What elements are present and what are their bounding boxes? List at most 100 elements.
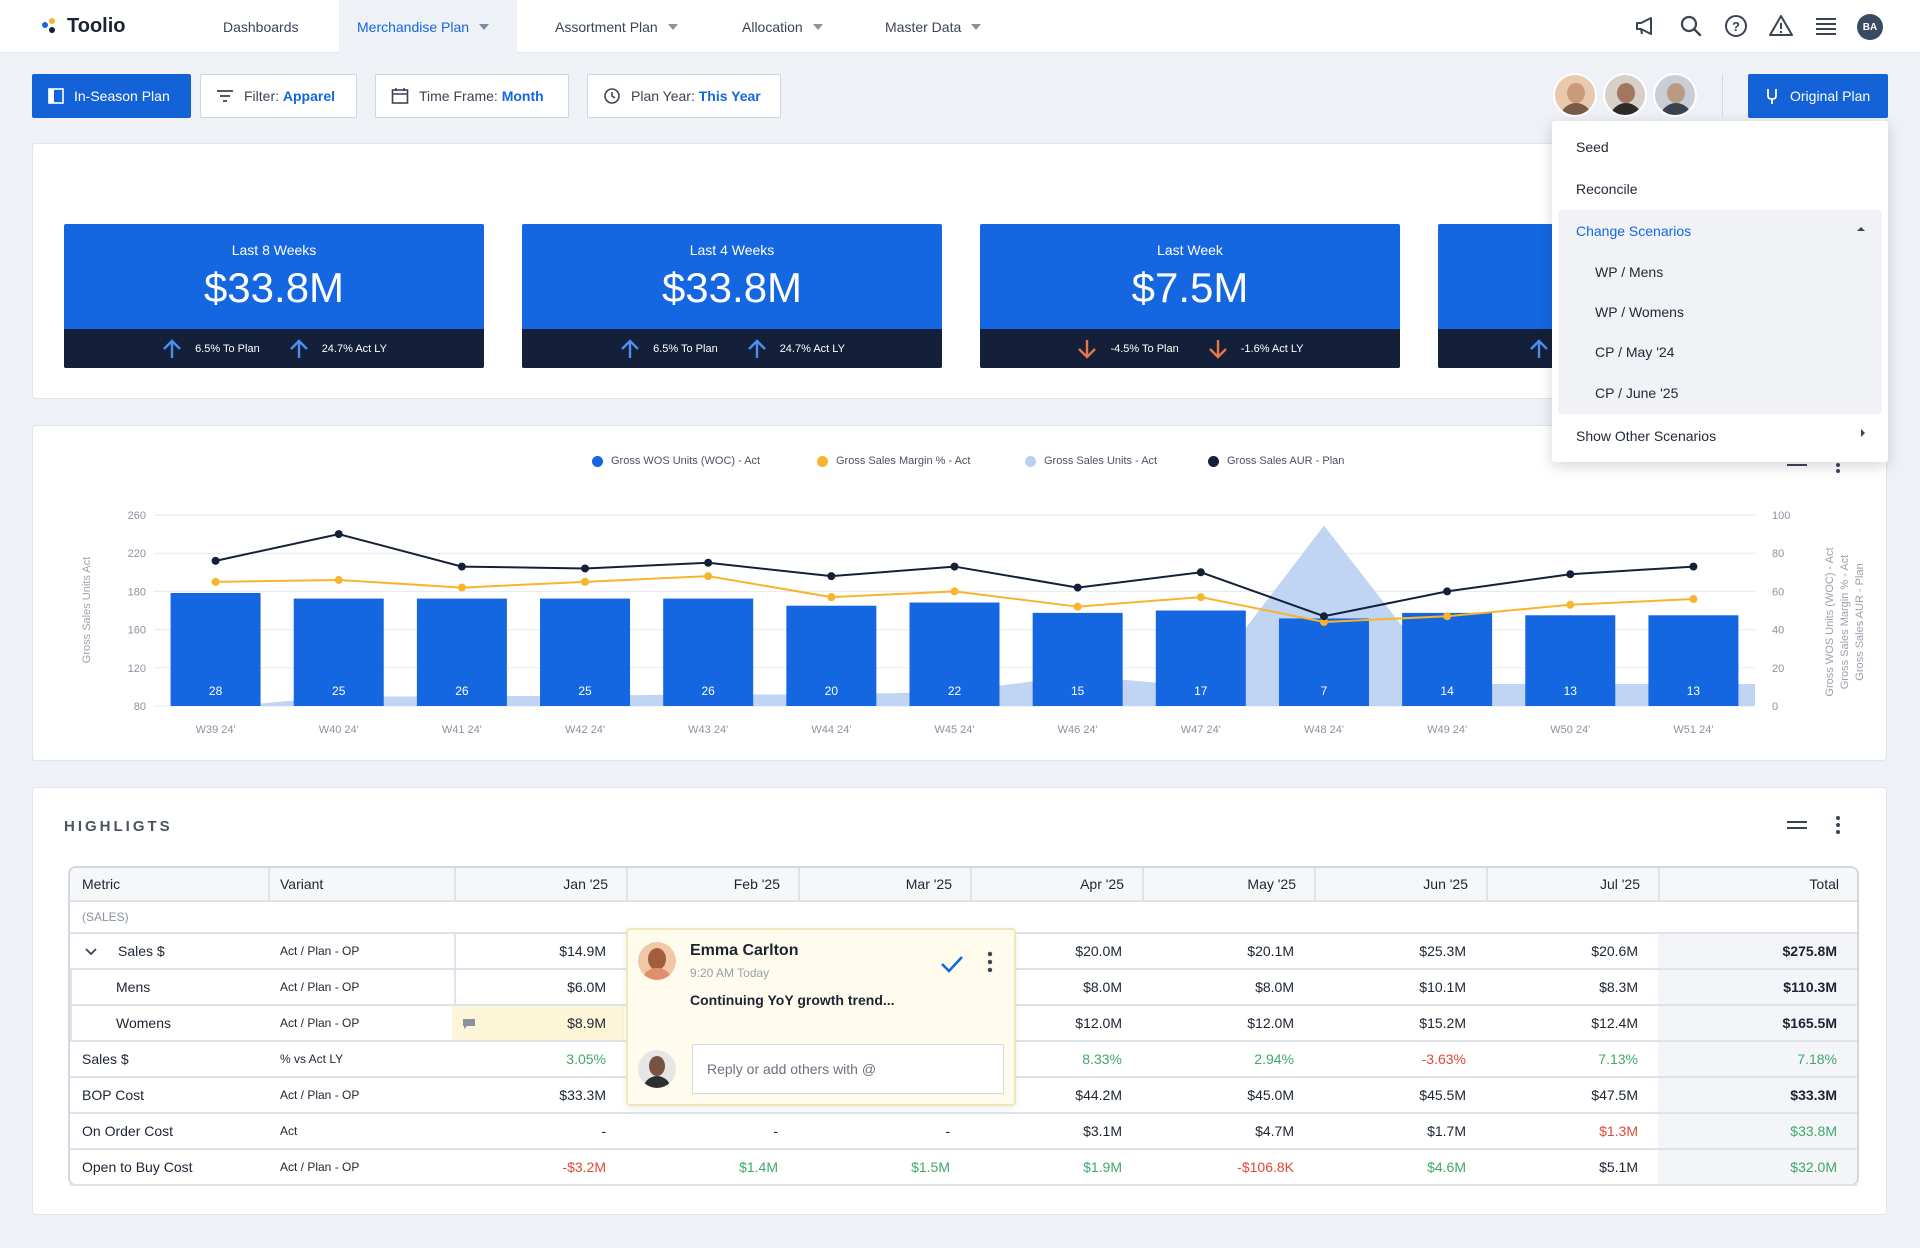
value-cell[interactable]: $275.8M bbox=[1656, 934, 1855, 968]
value-cell[interactable]: $1.7M bbox=[1312, 1114, 1484, 1148]
resolve-check-icon[interactable] bbox=[940, 954, 964, 974]
value-text: $44.2M bbox=[1075, 1087, 1122, 1103]
value-cell[interactable]: $3.1M bbox=[968, 1114, 1140, 1148]
value-cell[interactable]: $20.6M bbox=[1484, 934, 1656, 968]
table-row[interactable]: On Order Cost Act - - - $3.1M $4.7M $1.7M $1.3M $… bbox=[70, 1114, 1857, 1150]
more-vertical-icon[interactable] bbox=[986, 950, 994, 974]
bar-data-label: 28 bbox=[209, 684, 223, 698]
scenario-item[interactable]: WP / Mens bbox=[1595, 264, 1663, 280]
value-cell[interactable]: $33.3M bbox=[1656, 1078, 1855, 1112]
value-cell[interactable]: - bbox=[624, 1114, 796, 1148]
value-cell[interactable]: $4.7M bbox=[1140, 1114, 1312, 1148]
right-axis-tick-label: 0 bbox=[1772, 701, 1778, 713]
value-cell[interactable]: -$106.8K bbox=[1140, 1150, 1312, 1184]
dropdown-item-seed[interactable]: Seed bbox=[1576, 139, 1609, 155]
change-scenarios-toggle[interactable]: Change Scenarios bbox=[1576, 223, 1691, 239]
value-cell[interactable]: $20.1M bbox=[1140, 934, 1312, 968]
value-text: 3.05% bbox=[566, 1051, 606, 1067]
value-cell[interactable]: $15.2M bbox=[1312, 1006, 1484, 1040]
column-header[interactable]: Jul '25 bbox=[1486, 868, 1658, 900]
value-cell[interactable]: $25.3M bbox=[1312, 934, 1484, 968]
right-axis-title: Gross WOS Units (WOC) - Act bbox=[1824, 547, 1836, 696]
value-cell[interactable]: $110.3M bbox=[1656, 970, 1855, 1004]
scenario-item[interactable]: CP / May '24 bbox=[1595, 344, 1674, 360]
column-header[interactable]: Mar '25 bbox=[798, 868, 970, 900]
value-cell[interactable]: $8.9M bbox=[452, 1006, 624, 1040]
dropdown-item-reconcile[interactable]: Reconcile bbox=[1576, 181, 1637, 197]
value-cell[interactable]: -3.63% bbox=[1312, 1042, 1484, 1076]
column-header[interactable]: Jun '25 bbox=[1314, 868, 1486, 900]
value-cell[interactable]: $8.0M bbox=[1140, 970, 1312, 1004]
line-point bbox=[1319, 612, 1328, 621]
value-cell[interactable]: - bbox=[796, 1114, 968, 1148]
scenario-item[interactable]: WP / Womens bbox=[1595, 304, 1684, 320]
value-text: 7.13% bbox=[1598, 1051, 1638, 1067]
value-cell[interactable]: $5.1M bbox=[1484, 1150, 1656, 1184]
value-cell[interactable]: $10.1M bbox=[1312, 970, 1484, 1004]
column-header[interactable]: May '25 bbox=[1142, 868, 1314, 900]
value-cell[interactable]: $12.0M bbox=[1140, 1006, 1312, 1040]
value-cell[interactable]: $47.5M bbox=[1484, 1078, 1656, 1112]
right-axis-tick-label: 100 bbox=[1772, 510, 1790, 522]
column-header[interactable]: Feb '25 bbox=[626, 868, 798, 900]
value-cell[interactable]: $6.0M bbox=[452, 970, 624, 1004]
column-header[interactable]: Metric bbox=[70, 868, 268, 900]
value-cell[interactable]: $4.6M bbox=[1312, 1150, 1484, 1184]
drag-handle-icon[interactable] bbox=[1786, 819, 1808, 831]
variant-cell: Act / Plan - OP bbox=[280, 944, 360, 958]
scenario-item[interactable]: CP / June '25 bbox=[1595, 385, 1678, 401]
value-text: $1.9M bbox=[1083, 1159, 1122, 1175]
column-header[interactable]: Variant bbox=[268, 868, 454, 900]
comment-reply-input[interactable]: Reply or add others with @ bbox=[692, 1044, 1004, 1094]
value-cell[interactable]: $33.8M bbox=[1656, 1114, 1855, 1148]
value-cell[interactable]: $8.3M bbox=[1484, 970, 1656, 1004]
line-point bbox=[581, 564, 590, 573]
value-cell[interactable]: $32.0M bbox=[1656, 1150, 1855, 1184]
line-point bbox=[211, 556, 220, 565]
comment-icon[interactable] bbox=[462, 1018, 476, 1030]
chevron-up-icon[interactable] bbox=[1856, 225, 1866, 233]
value-cell[interactable]: $45.5M bbox=[1312, 1078, 1484, 1112]
metric-cell: Sales $ bbox=[118, 943, 165, 959]
value-text: $33.8M bbox=[1790, 1123, 1837, 1139]
right-axis-tick-label: 20 bbox=[1772, 663, 1784, 675]
metric-cell: BOP Cost bbox=[82, 1087, 144, 1103]
x-axis-tick-label: W45 24' bbox=[934, 724, 974, 736]
line-point bbox=[1196, 568, 1205, 577]
value-text: $14.9M bbox=[559, 943, 606, 959]
line-point bbox=[1073, 583, 1082, 592]
left-axis-tick-label: 260 bbox=[128, 510, 146, 522]
more-vertical-icon[interactable] bbox=[1834, 815, 1842, 835]
x-axis-tick-label: W48 24' bbox=[1304, 724, 1344, 736]
value-text: $33.3M bbox=[1790, 1087, 1837, 1103]
value-cell[interactable]: 2.94% bbox=[1140, 1042, 1312, 1076]
value-cell[interactable]: $12.4M bbox=[1484, 1006, 1656, 1040]
value-cell[interactable]: 7.18% bbox=[1656, 1042, 1855, 1076]
chevron-down-icon[interactable] bbox=[84, 947, 98, 957]
value-cell[interactable]: $14.9M bbox=[452, 934, 624, 968]
value-cell[interactable]: -$3.2M bbox=[452, 1150, 624, 1184]
left-axis-tick-label: 80 bbox=[134, 701, 146, 713]
commenter-avatar bbox=[638, 942, 676, 980]
value-cell[interactable]: $165.5M bbox=[1656, 1006, 1855, 1040]
value-cell[interactable]: $45.0M bbox=[1140, 1078, 1312, 1112]
value-cell[interactable]: $1.5M bbox=[796, 1150, 968, 1184]
value-text: $15.2M bbox=[1419, 1015, 1466, 1031]
column-header[interactable]: Total bbox=[1658, 868, 1857, 900]
value-cell[interactable]: - bbox=[452, 1114, 624, 1148]
value-cell[interactable]: 7.13% bbox=[1484, 1042, 1656, 1076]
line-point bbox=[827, 572, 836, 581]
table-row[interactable]: Open to Buy Cost Act / Plan - OP -$3.2M $1.… bbox=[70, 1150, 1857, 1186]
chevron-right-icon[interactable] bbox=[1859, 428, 1867, 438]
value-cell[interactable]: $1.9M bbox=[968, 1150, 1140, 1184]
value-cell[interactable]: $33.3M bbox=[452, 1078, 624, 1112]
value-cell[interactable]: $1.4M bbox=[624, 1150, 796, 1184]
column-header[interactable]: Jan '25 bbox=[454, 868, 626, 900]
line-point bbox=[950, 562, 959, 571]
value-text: $45.5M bbox=[1419, 1087, 1466, 1103]
column-header[interactable]: Apr '25 bbox=[970, 868, 1142, 900]
value-cell[interactable]: $1.3M bbox=[1484, 1114, 1656, 1148]
value-cell[interactable]: 3.05% bbox=[452, 1042, 624, 1076]
show-other-scenarios[interactable]: Show Other Scenarios bbox=[1576, 428, 1716, 444]
x-axis-tick-label: W50 24' bbox=[1550, 724, 1590, 736]
